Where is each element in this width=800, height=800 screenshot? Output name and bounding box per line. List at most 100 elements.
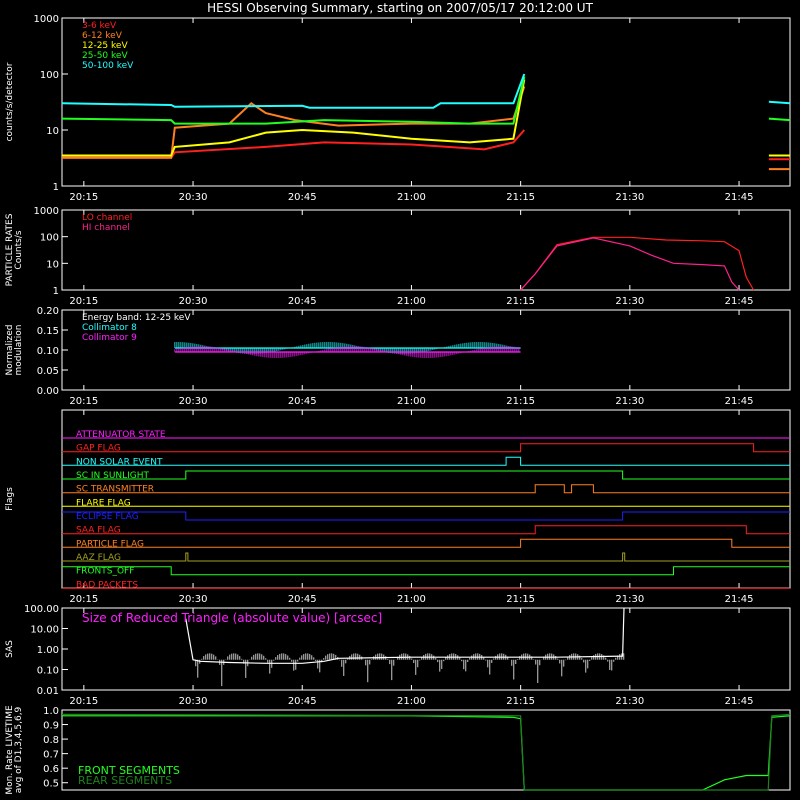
y-tick-label: 0.9	[43, 721, 59, 732]
x-tick-label: 20:30	[179, 594, 208, 605]
x-tick-label: 21:45	[725, 396, 754, 407]
legend-item: 50-100 keV	[82, 61, 134, 71]
x-tick-label: 21:15	[506, 192, 535, 203]
flag-label: GAP FLAG	[76, 444, 121, 454]
flag-line	[62, 511, 790, 521]
flag-line	[62, 456, 790, 466]
y-axis-label: avg of D1,3,4,5,6,9	[14, 706, 24, 793]
legend-item: HI channel	[82, 223, 130, 233]
y-tick-label: 0.05	[37, 366, 59, 377]
legend-item: Collimator 9	[82, 333, 137, 343]
y-tick-label: 1000	[34, 206, 59, 217]
y-tick-label: 0.10	[37, 346, 59, 357]
x-tick-label: 21:45	[725, 696, 754, 707]
chart-title: HESSI Observing Summary, starting on 200…	[207, 1, 593, 15]
flag-line	[62, 566, 790, 576]
x-tick-label: 21:15	[506, 296, 535, 307]
x-tick-label: 21:00	[397, 594, 426, 605]
flag-line	[62, 538, 790, 548]
y-tick-label: 0.10	[37, 666, 59, 677]
y-tick-label: 0.7	[43, 750, 59, 761]
y-axis-label: Flags	[5, 487, 15, 511]
y-tick-label: 0.00	[37, 386, 59, 397]
y-tick-label: 0.01	[37, 686, 59, 697]
series-line	[61, 73, 791, 109]
flag-label: FLARE FLAG	[76, 498, 131, 508]
x-tick-label: 21:30	[615, 594, 644, 605]
y-tick-label: 1000	[34, 14, 59, 25]
legend-item: 3-6 keV	[82, 21, 117, 31]
flag-label: SC TRANSMITTER	[76, 485, 154, 495]
series-line	[62, 79, 790, 157]
x-tick-label: 20:30	[179, 396, 208, 407]
y-axis-label: Counts/s	[14, 230, 24, 269]
x-tick-label: 21:15	[506, 594, 535, 605]
x-tick-label: 20:15	[69, 696, 98, 707]
legend-item: REAR SEGMENTS	[78, 774, 172, 787]
x-tick-label: 20:45	[288, 192, 317, 203]
flag-label: ECLIPSE FLAG	[76, 512, 139, 522]
series-line	[520, 236, 755, 291]
x-tick-label: 20:15	[69, 594, 98, 605]
x-tick-label: 20:15	[69, 192, 98, 203]
flag-line	[62, 470, 790, 480]
legend-item: 25-50 keV	[82, 51, 128, 61]
y-tick-label: 1	[53, 286, 59, 297]
flag-label: ATTENUATOR STATE	[76, 430, 166, 440]
y-axis-label: counts/s/detector	[5, 62, 15, 141]
x-tick-label: 20:45	[288, 296, 317, 307]
y-tick-label: 1.0	[43, 706, 59, 717]
annotation: Size of Reduced Triangle (absolute value…	[82, 611, 382, 625]
x-tick-label: 21:45	[725, 594, 754, 605]
y-axis-label: SAS	[5, 640, 15, 658]
y-tick-label: 10.00	[30, 625, 59, 636]
flag-label: FRONTS_OFF	[76, 567, 134, 577]
x-tick-label: 20:45	[288, 594, 317, 605]
x-tick-label: 21:00	[397, 192, 426, 203]
legend-item: LO channel	[82, 213, 132, 223]
observing-summary-plot: HESSI Observing Summary, starting on 200…	[5, 1, 791, 795]
x-tick-label: 21:30	[615, 696, 644, 707]
y-tick-label: 10	[46, 126, 59, 137]
flag-label: AAZ FLAG	[76, 553, 121, 563]
flag-label: BAD PACKETS	[76, 580, 138, 590]
flag-line	[62, 443, 790, 453]
series-line	[520, 237, 740, 291]
flag-label: SAA FLAG	[76, 526, 121, 536]
x-tick-label: 20:30	[179, 696, 208, 707]
x-tick-label: 20:15	[69, 396, 98, 407]
x-tick-label: 20:45	[288, 396, 317, 407]
flag-line	[62, 552, 790, 562]
y-tick-label: 1.00	[37, 645, 59, 656]
y-tick-label: 100	[40, 233, 59, 244]
x-tick-label: 21:30	[615, 192, 644, 203]
x-tick-label: 20:45	[288, 696, 317, 707]
x-tick-label: 21:15	[506, 396, 535, 407]
x-tick-label: 21:15	[506, 696, 535, 707]
y-tick-label: 100	[40, 70, 59, 81]
x-tick-label: 21:45	[725, 192, 754, 203]
annotation: Energy band: 12-25 keV	[82, 313, 191, 323]
x-tick-label: 21:00	[397, 396, 426, 407]
y-axis-label: modulation	[14, 325, 24, 376]
x-tick-label: 21:30	[615, 296, 644, 307]
x-tick-label: 21:00	[397, 296, 426, 307]
y-tick-label: 0.20	[37, 306, 59, 317]
flag-line	[62, 525, 790, 535]
x-tick-label: 20:15	[69, 296, 98, 307]
y-tick-label: 1	[53, 182, 59, 193]
y-tick-label: 0.5	[43, 779, 59, 790]
flag-line	[62, 484, 790, 494]
y-tick-label: 100.00	[24, 604, 59, 615]
y-tick-label: 0.6	[43, 764, 59, 775]
legend-item: Collimator 8	[82, 323, 137, 333]
count-rates-frame	[61, 17, 791, 187]
x-tick-label: 21:45	[725, 296, 754, 307]
legend-item: 6-12 keV	[82, 31, 123, 41]
x-tick-label: 21:30	[615, 396, 644, 407]
y-tick-label: 0.15	[37, 326, 59, 337]
flag-label: SC IN SUNLIGHT	[76, 471, 150, 481]
particle-rates-frame	[61, 209, 791, 291]
y-tick-label: 0.8	[43, 735, 59, 746]
x-tick-label: 20:30	[179, 296, 208, 307]
